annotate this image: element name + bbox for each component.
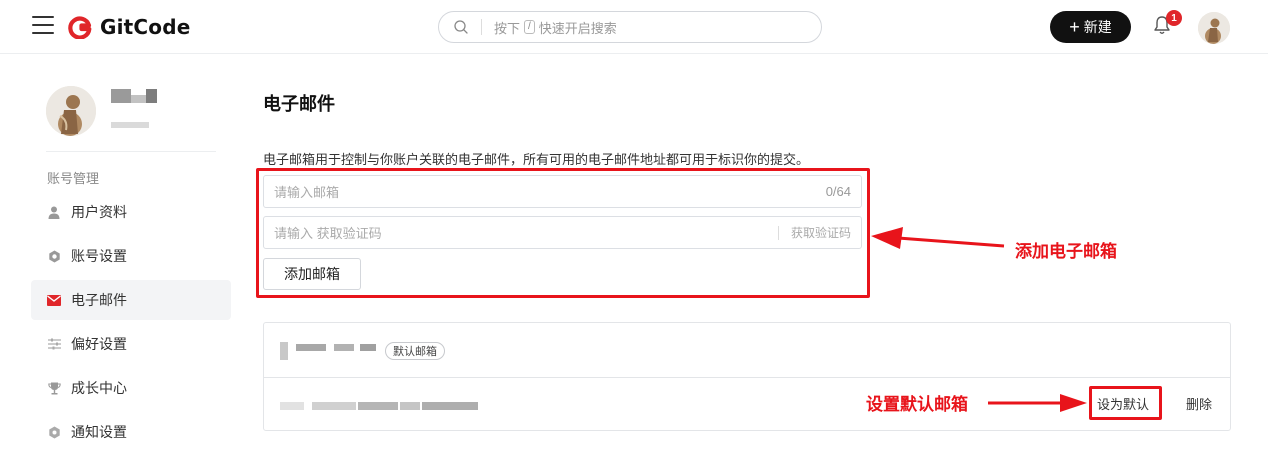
- annotation-add-email: 添加电子邮箱: [1015, 242, 1117, 261]
- annotation-set-default: 设置默认邮箱: [866, 395, 968, 414]
- arrow-add-email: [871, 227, 1087, 412]
